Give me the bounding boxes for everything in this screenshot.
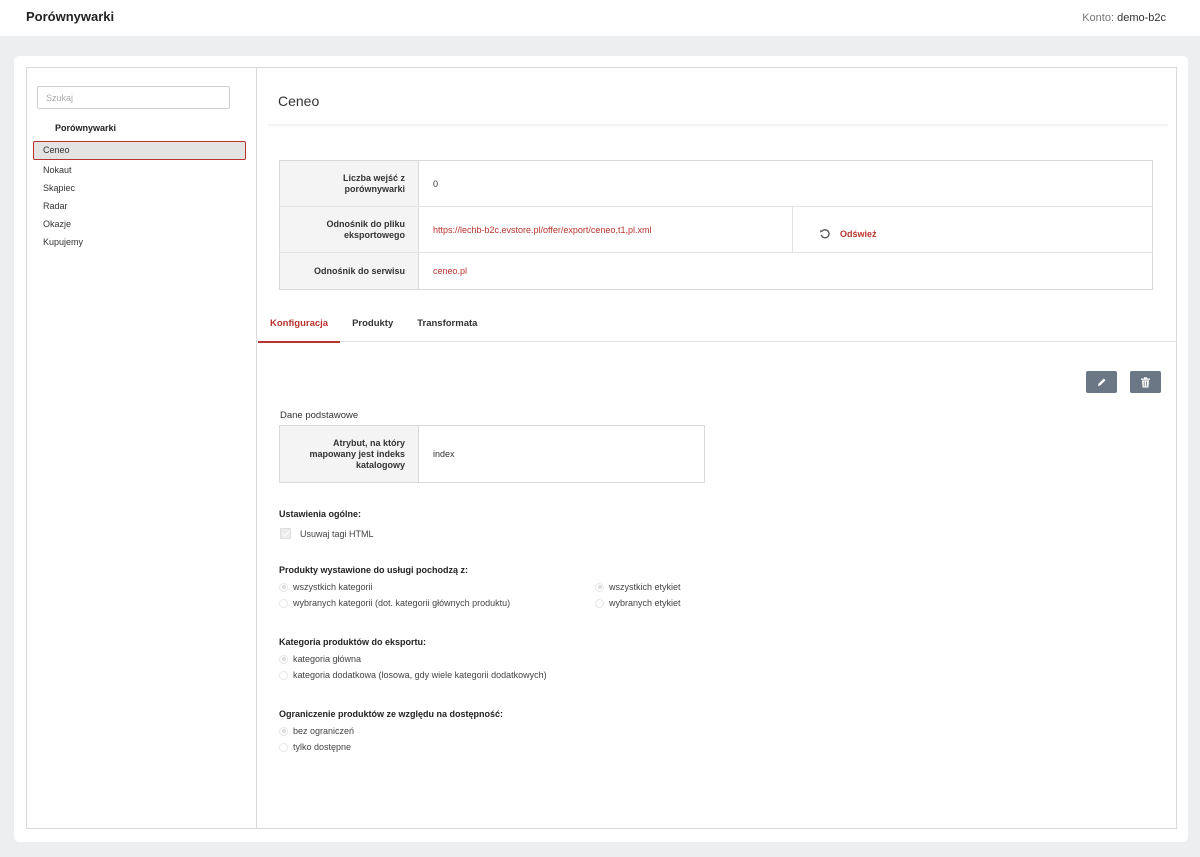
table-row: Atrybut, na który mapowany jest indeks k… — [279, 425, 705, 483]
service-link[interactable]: ceneo.pl — [433, 266, 467, 276]
radio-label: wszystkich etykiet — [609, 582, 681, 592]
radio-all-labels[interactable]: wszystkich etykiet — [595, 582, 681, 592]
tab-bar: Konfiguracja Produkty Transformata — [258, 316, 1177, 343]
sidebar-item-okazje[interactable]: Okazje — [33, 214, 246, 232]
radio-label: bez ograniczeń — [293, 726, 355, 736]
page-title: Ceneo — [278, 93, 320, 109]
delete-button[interactable] — [1130, 371, 1161, 393]
sidebar-item-ceneo[interactable]: Ceneo — [33, 141, 246, 160]
top-bar: Porównywarki Konto: demo-b2c — [0, 0, 1200, 36]
radio-button[interactable] — [279, 726, 288, 736]
sidebar-item-radar[interactable]: Radar — [33, 196, 246, 214]
radio-button[interactable] — [279, 598, 288, 608]
basic-data-title: Dane podstawowe — [280, 410, 359, 421]
search-input[interactable] — [37, 86, 230, 109]
radio-selected-categories[interactable]: wybranych kategorii (dot. kategorii głów… — [279, 598, 510, 608]
radio-button[interactable] — [279, 582, 288, 592]
radio-all-categories[interactable]: wszystkich kategorii — [279, 582, 373, 592]
trash-icon — [1141, 376, 1150, 387]
refresh-button[interactable]: Odśwież — [819, 228, 1152, 240]
products-source-title: Produkty wystawione do usługi pochodzą z… — [279, 565, 469, 575]
radio-label: kategoria dodatkowa (losowa, gdy wiele k… — [293, 670, 547, 680]
account-label: Konto: — [1082, 12, 1115, 24]
edit-button[interactable] — [1086, 371, 1117, 393]
refresh-icon — [819, 228, 831, 240]
radio-label: wybranych kategorii (dot. kategorii głów… — [293, 598, 511, 608]
radio-button[interactable] — [279, 742, 288, 752]
pencil-icon — [1097, 378, 1105, 386]
account-info: Konto: demo-b2c — [1082, 12, 1166, 24]
radio-button[interactable] — [595, 598, 604, 608]
strip-html-option[interactable]: Usuwaj tagi HTML — [280, 528, 374, 539]
sidebar-item-nokaut[interactable]: Nokaut — [33, 160, 246, 178]
sidebar-item-skapiec[interactable]: Skąpiec — [33, 178, 246, 196]
export-label: Odnośnik do pliku eksportowego — [279, 206, 419, 253]
general-settings-title: Ustawienia ogólne: — [279, 509, 362, 519]
sidebar: Porównywarki Ceneo Nokaut Skąpiec Radar … — [27, 68, 257, 828]
tab-produkty[interactable]: Produkty — [340, 316, 405, 342]
sidebar-heading: Porównywarki — [55, 123, 117, 133]
strip-html-label: Usuwaj tagi HTML — [300, 528, 374, 539]
availability-title: Ograniczenie produktów ze względu na dos… — [279, 709, 504, 719]
title-divider — [268, 124, 1168, 128]
table-row: Liczba wejść z porównywarki 0 — [279, 160, 1153, 207]
radio-button[interactable] — [279, 670, 288, 680]
table-row: Odnośnik do serwisu ceneo.pl — [279, 252, 1153, 290]
table-row: Odnośnik do pliku eksportowego https://l… — [279, 206, 1153, 253]
radio-button[interactable] — [279, 654, 288, 664]
sidebar-list: Ceneo Nokaut Skąpiec Radar Okazje Kupuje… — [33, 141, 246, 250]
tab-transformata[interactable]: Transformata — [405, 316, 489, 342]
attribute-value: index — [433, 449, 455, 459]
radio-no-limit[interactable]: bez ograniczeń — [279, 726, 354, 736]
attribute-table: Atrybut, na który mapowany jest indeks k… — [279, 425, 705, 483]
tab-konfiguracja[interactable]: Konfiguracja — [258, 316, 341, 343]
content-card: Porównywarki Ceneo Nokaut Skąpiec Radar … — [14, 56, 1188, 842]
radio-label: wszystkich kategorii — [293, 582, 373, 592]
main-panel: Ceneo Liczba wejść z porównywarki 0 Odno… — [258, 68, 1177, 828]
app-title: Porównywarki — [26, 9, 115, 24]
attribute-label: Atrybut, na który mapowany jest indeks k… — [279, 425, 419, 483]
refresh-label: Odśwież — [840, 228, 877, 239]
radio-available-only[interactable]: tylko dostępne — [279, 742, 351, 752]
radio-extra-category[interactable]: kategoria dodatkowa (losowa, gdy wiele k… — [279, 670, 547, 680]
radio-main-category[interactable]: kategoria główna — [279, 654, 361, 664]
radio-button[interactable] — [595, 582, 604, 592]
radio-label: kategoria główna — [293, 654, 362, 664]
service-label: Odnośnik do serwisu — [279, 252, 419, 290]
strip-html-checkbox[interactable] — [280, 528, 291, 539]
content-frame: Porównywarki Ceneo Nokaut Skąpiec Radar … — [26, 67, 1177, 829]
radio-label: tylko dostępne — [293, 742, 352, 752]
radio-selected-labels[interactable]: wybranych etykiet — [595, 598, 681, 608]
account-name[interactable]: demo-b2c — [1117, 12, 1166, 24]
info-table: Liczba wejść z porównywarki 0 Odnośnik d… — [279, 160, 1153, 290]
sidebar-item-kupujemy[interactable]: Kupujemy — [33, 232, 246, 250]
category-export-title: Kategoria produktów do eksportu: — [279, 637, 427, 647]
visits-value: 0 — [418, 160, 1153, 207]
visits-label: Liczba wejść z porównywarki — [279, 160, 419, 207]
radio-label: wybranych etykiet — [609, 598, 681, 608]
export-link[interactable]: https://lechb-b2c.evstore.pl/offer/expor… — [433, 225, 651, 235]
